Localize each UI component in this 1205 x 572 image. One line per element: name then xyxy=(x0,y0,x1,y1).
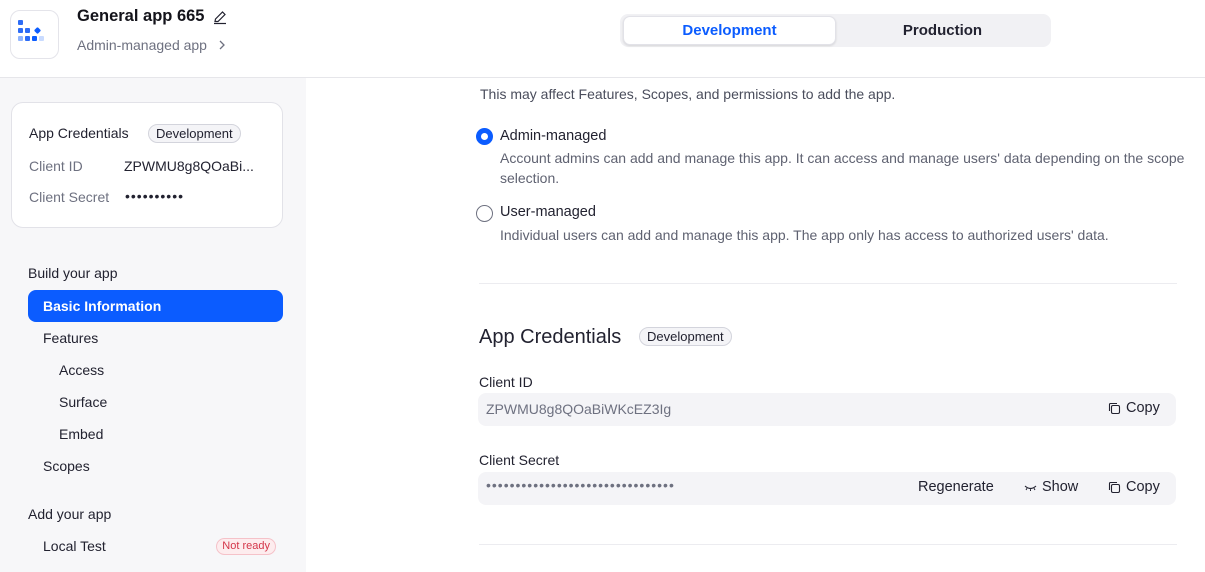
copy-client-secret-button[interactable]: Copy xyxy=(1107,479,1160,495)
regenerate-button[interactable]: Regenerate xyxy=(918,479,994,495)
sidebar-item-basic-information[interactable]: Basic Information xyxy=(28,290,283,322)
credentials-section-title: App Credentials xyxy=(479,326,622,348)
credentials-card-title: App Credentials xyxy=(29,125,129,141)
show-label: Show xyxy=(1042,479,1079,495)
app-type-link[interactable]: Admin-managed app xyxy=(77,37,207,53)
client-id-field: ZPWMU8g8QOaBiWKcEZ3Ig Copy xyxy=(478,393,1176,426)
user-managed-description: Individual users can add and manage this… xyxy=(500,227,1109,243)
management-hint: This may affect Features, Scopes, and pe… xyxy=(480,86,896,102)
copy-icon xyxy=(1108,402,1121,414)
user-managed-radio[interactable] xyxy=(476,205,493,222)
client-secret-label: Client Secret xyxy=(479,452,560,468)
admin-managed-radio[interactable] xyxy=(476,128,493,145)
edit-icon[interactable] xyxy=(212,9,228,25)
copy-client-id-button[interactable]: Copy xyxy=(1107,400,1160,416)
sidebar-item-label: Local Test xyxy=(43,538,106,554)
client-secret-value: •••••••••• xyxy=(125,188,185,204)
tab-development[interactable]: Development xyxy=(623,16,836,45)
app-logo xyxy=(10,10,59,59)
admin-managed-label: Admin-managed xyxy=(500,128,607,144)
app-header: General app 665 Admin-managed app Develo… xyxy=(0,0,1205,78)
environment-badge: Development xyxy=(639,327,732,346)
credentials-card: App Credentials Development Client ID ZP… xyxy=(11,102,283,228)
client-id-value: ZPWMU8g8QOaBiWKcEZ3Ig xyxy=(486,401,672,417)
sidebar-item-scopes[interactable]: Scopes xyxy=(28,450,283,482)
sidebar-item-label: Access xyxy=(59,362,105,378)
copy-label: Copy xyxy=(1126,479,1160,495)
sidebar-item-label: Basic Information xyxy=(43,298,162,314)
copy-label: Copy xyxy=(1126,400,1160,416)
client-secret-field: •••••••••••••••••••••••••••••••• Regener… xyxy=(478,472,1176,505)
nav-heading-add: Add your app xyxy=(28,506,112,522)
sidebar-item-surface[interactable]: Surface xyxy=(28,386,283,418)
main-content: This may affect Features, Scopes, and pe… xyxy=(306,78,1205,572)
sidebar-item-local-test[interactable]: Local Test Not ready xyxy=(28,530,283,562)
client-id-value: ZPWMU8g8QOaBi... xyxy=(124,158,254,174)
admin-managed-description: Account admins can add and manage this a… xyxy=(500,150,1185,186)
sidebar-item-embed[interactable]: Embed xyxy=(28,418,283,450)
client-id-label: Client ID xyxy=(479,374,533,390)
show-secret-button[interactable]: Show xyxy=(1023,479,1078,495)
environment-badge: Development xyxy=(148,124,241,143)
app-name: General app 665 xyxy=(77,7,205,25)
client-secret-value: •••••••••••••••••••••••••••••••• xyxy=(486,477,675,493)
eye-closed-icon xyxy=(1024,485,1037,491)
sidebar: App Credentials Development Client ID ZP… xyxy=(0,78,306,572)
client-secret-label: Client Secret xyxy=(29,189,110,205)
sidebar-item-access[interactable]: Access xyxy=(28,354,283,386)
client-id-label: Client ID xyxy=(29,158,83,174)
status-badge: Not ready xyxy=(216,538,276,555)
environment-toggle: Development Production xyxy=(620,14,1051,47)
section-divider xyxy=(479,544,1177,545)
sidebar-item-label: Scopes xyxy=(43,458,90,474)
user-managed-label: User-managed xyxy=(500,204,596,220)
nav-heading-build: Build your app xyxy=(28,265,118,281)
sidebar-item-label: Surface xyxy=(59,394,108,410)
regenerate-label: Regenerate xyxy=(918,479,994,495)
sidebar-item-features[interactable]: Features xyxy=(28,322,283,354)
sidebar-item-label: Features xyxy=(43,330,99,346)
section-divider xyxy=(479,283,1177,284)
tab-production[interactable]: Production xyxy=(836,16,1049,45)
sidebar-item-label: Embed xyxy=(59,426,104,442)
copy-icon xyxy=(1108,481,1121,493)
chevron-right-icon xyxy=(219,40,225,50)
